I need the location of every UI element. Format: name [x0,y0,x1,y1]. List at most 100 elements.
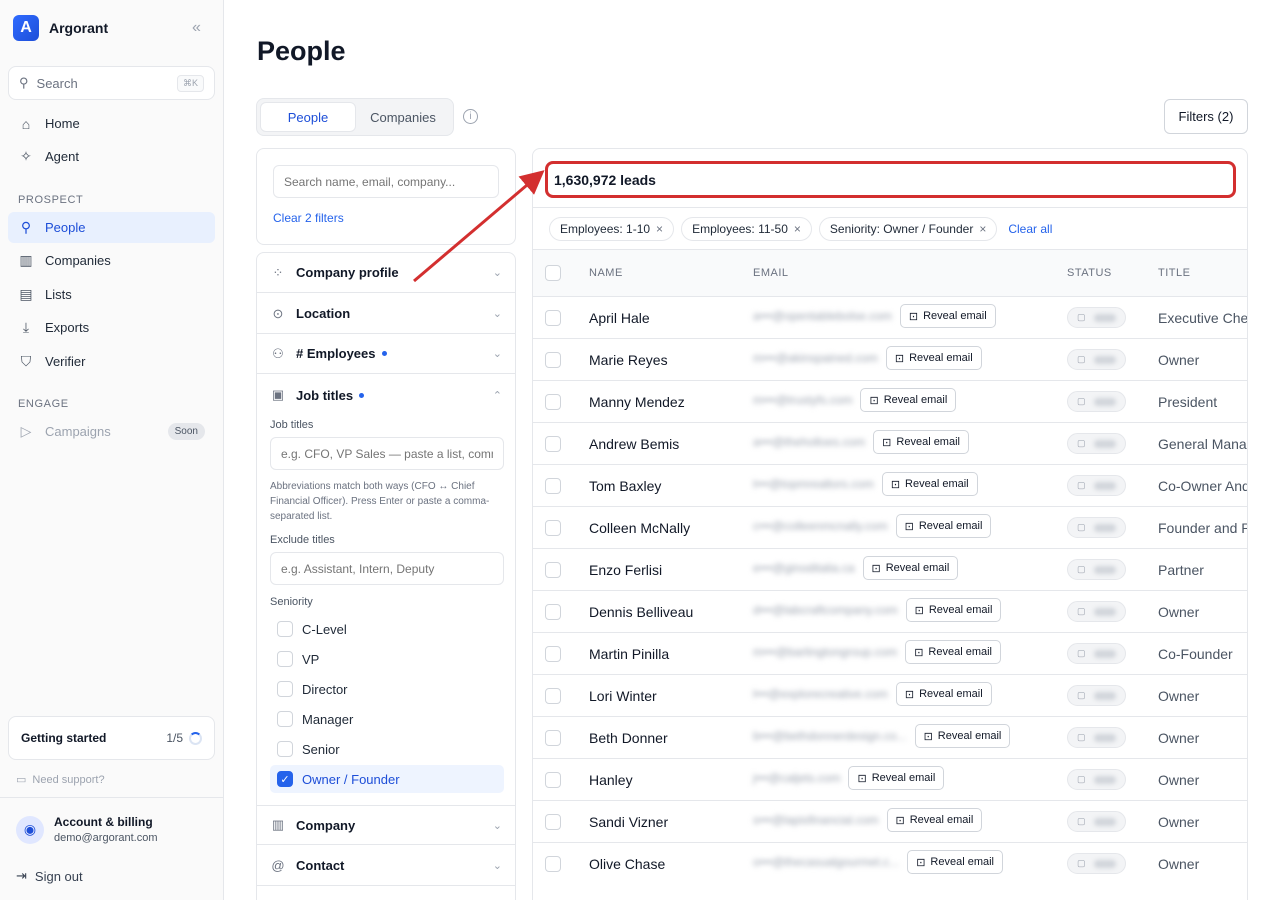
seniority-option-director[interactable]: Director [270,675,504,703]
table-row[interactable]: Enzo Ferlisi e•••@ginoditalia.ca ⊡ Reveal e… [533,548,1247,590]
close-icon[interactable]: × [656,222,663,236]
close-icon[interactable]: × [979,222,986,236]
tab-companies[interactable]: Companies [356,102,450,132]
cell-name[interactable]: Olive Chase [589,856,665,872]
getting-started-card[interactable]: Getting started 1/5 [8,716,215,760]
reveal-email-button[interactable]: ⊡ Reveal email [914,724,1011,748]
reveal-email-button[interactable]: ⊡ Reveal email [895,514,992,538]
row-checkbox[interactable] [545,730,561,746]
close-icon[interactable]: × [794,222,801,236]
row-checkbox[interactable] [545,688,561,704]
column-header-title[interactable]: TITLE [1158,267,1190,279]
sign-out-button[interactable]: ⇥ Sign out [16,868,83,884]
collapse-sidebar-icon[interactable]: « [192,19,201,37]
cell-name[interactable]: Tom Baxley [589,478,661,494]
filter-section-contact[interactable]: @ Contact ⌄ [257,846,515,886]
filter-section-location[interactable]: ⊙ Location ⌄ [257,294,515,334]
row-checkbox[interactable] [545,352,561,368]
column-header-email[interactable]: EMAIL [753,267,789,279]
table-row[interactable]: Colleen McNally c•••@colleenmcnally.com ⊡ R… [533,506,1247,548]
job-titles-input[interactable] [270,437,504,470]
checkbox[interactable] [277,651,293,667]
sidebar-item-lists[interactable]: ▤ Lists [8,279,215,310]
cell-name[interactable]: Colleen McNally [589,520,690,536]
row-checkbox[interactable] [545,436,561,452]
row-checkbox[interactable] [545,394,561,410]
cell-name[interactable]: Sandi Vizner [589,814,668,830]
account-billing[interactable]: ◉ Account & billing demo@argorant.com [16,815,158,844]
cell-name[interactable]: Martin Pinilla [589,646,669,662]
reveal-email-button[interactable]: ⊡ Reveal email [907,850,1003,874]
cell-name[interactable]: Hanley [589,772,633,788]
seniority-option-c-level[interactable]: C-Level [270,615,504,643]
filter-section-company-profile[interactable]: ⁘ Company profile ⌄ [257,253,515,293]
cell-name[interactable]: April Hale [589,310,650,326]
table-row[interactable]: Olive Chase o•••@thecasualgourmet.c... ⊡ Re… [533,842,1247,884]
tab-people[interactable]: People [260,102,356,132]
checkbox-checked[interactable]: ✓ [277,771,293,787]
cell-name[interactable]: Marie Reyes [589,352,668,368]
table-row[interactable]: Andrew Bemis a•••@theholloes.com ⊡ Reveal e… [533,422,1247,464]
table-row[interactable]: Tom Baxley t•••@topmrealtors.com ⊡ Reveal e… [533,464,1247,506]
reveal-email-button[interactable]: ⊡ Reveal email [873,430,969,454]
filter-chip[interactable]: Employees: 1-10 × [549,217,675,241]
table-row[interactable]: Dennis Belliveau d•••@labcraftcompany.com… [533,590,1247,632]
table-row[interactable]: Manny Mendez m•••@trustyfs.com ⊡ Reveal ema… [533,380,1247,422]
reveal-email-button[interactable]: ⊡ Reveal email [860,388,957,412]
sidebar-item-home[interactable]: ⌂ Home [8,108,215,139]
row-checkbox[interactable] [545,814,561,830]
filter-search-input[interactable] [273,165,499,198]
clear-all-link[interactable]: Clear all [1008,222,1052,236]
sidebar-search[interactable]: ⚲ Search ⌘K [8,66,215,100]
reveal-email-button[interactable]: ⊡ Reveal email [862,556,959,580]
reveal-email-button[interactable]: ⊡ Reveal email [885,346,982,370]
select-all-checkbox[interactable] [545,265,561,281]
table-row[interactable]: Hanley j•••@caljets.com ⊡ Reveal email ▢ Owne… [533,758,1247,800]
seniority-option-vp[interactable]: VP [270,645,504,673]
filters-button[interactable]: Filters (2) [1164,99,1248,134]
info-icon[interactable]: i [463,109,478,124]
checkbox[interactable] [277,741,293,757]
checkbox[interactable] [277,621,293,637]
column-header-name[interactable]: NAME [589,267,623,279]
table-row[interactable]: Lori Winter l•••@explorecreative.com ⊡ Reve… [533,674,1247,716]
table-row[interactable]: Marie Reyes m•••@akinspained.com ⊡ Reveal e… [533,338,1247,380]
sidebar-item-exports[interactable]: ⤓ Exports [8,312,215,343]
seniority-option-owner-founder[interactable]: ✓ Owner / Founder [270,765,504,793]
row-checkbox[interactable] [545,310,561,326]
filter-section-employees[interactable]: ⚇ # Employees ⌄ [257,334,515,374]
filter-section-job-titles[interactable]: ▣ Job titles ⌃ [257,375,515,415]
cell-name[interactable]: Andrew Bemis [589,436,679,452]
clear-filters-link[interactable]: Clear 2 filters [273,211,344,225]
reveal-email-button[interactable]: ⊡ Reveal email [881,472,978,496]
column-header-status[interactable]: STATUS [1067,267,1112,279]
filter-chip[interactable]: Seniority: Owner / Founder × [818,217,998,241]
filter-section-company[interactable]: ▥ Company ⌄ [257,805,515,845]
table-row[interactable]: Beth Donner b•••@bethdonnerdesign.co... ⊡ R… [533,716,1247,758]
cell-name[interactable]: Enzo Ferlisi [589,562,662,578]
cell-name[interactable]: Manny Mendez [589,394,685,410]
brand[interactable]: A Argorant [13,15,108,41]
reveal-email-button[interactable]: ⊡ Reveal email [895,682,992,706]
checkbox[interactable] [277,711,293,727]
table-row[interactable]: Martin Pinilla m•••@barlingtongroup.com ⊡ R… [533,632,1247,674]
row-checkbox[interactable] [545,562,561,578]
checkbox[interactable] [277,681,293,697]
sidebar-item-agent[interactable]: ✧ Agent [8,141,215,172]
filter-chip[interactable]: Employees: 11-50 × [681,217,812,241]
row-checkbox[interactable] [545,520,561,536]
sidebar-item-campaigns[interactable]: ▷ Campaigns Soon [8,416,215,447]
exclude-titles-input[interactable] [270,552,504,585]
reveal-email-button[interactable]: ⊡ Reveal email [905,598,1002,622]
reveal-email-button[interactable]: ⊡ Reveal email [905,640,1001,664]
row-checkbox[interactable] [545,646,561,662]
cell-name[interactable]: Lori Winter [589,688,657,704]
row-checkbox[interactable] [545,604,561,620]
table-row[interactable]: April Hale a•••@opentablebolse.com ⊡ Reveal… [533,296,1247,338]
support-link[interactable]: ▭ Need support? [16,773,105,787]
seniority-option-senior[interactable]: Senior [270,735,504,763]
table-row[interactable]: Sandi Vizner s•••@lapisfinancial.com ⊡ Reve… [533,800,1247,842]
seniority-option-manager[interactable]: Manager [270,705,504,733]
row-checkbox[interactable] [545,856,561,872]
reveal-email-button[interactable]: ⊡ Reveal email [899,304,996,328]
